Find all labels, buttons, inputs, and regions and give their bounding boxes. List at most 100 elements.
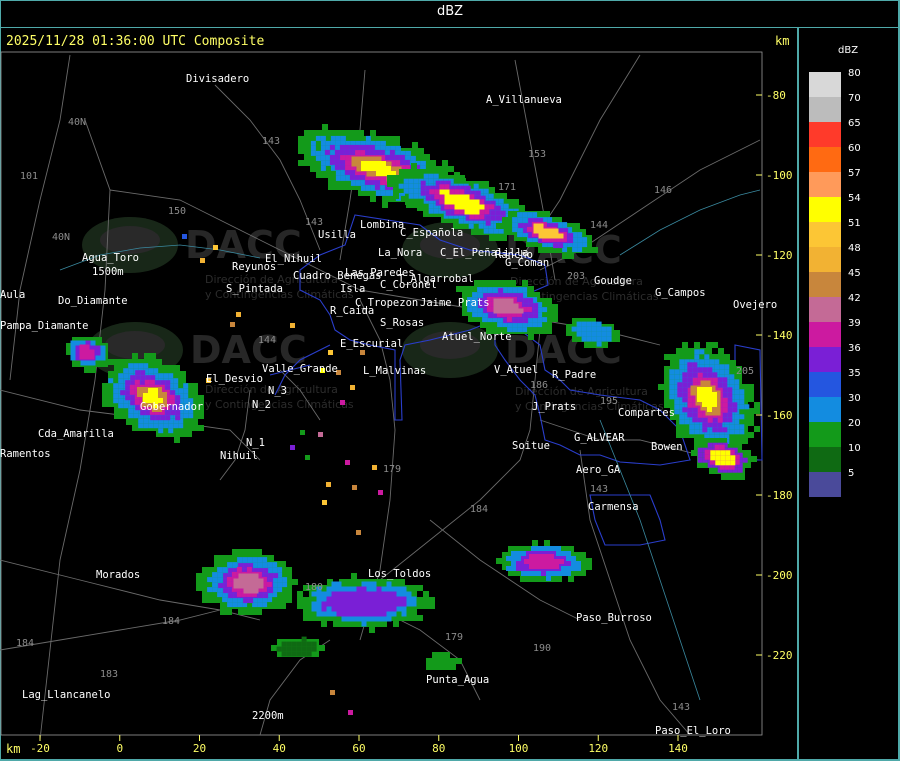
legend-label-48: 48 bbox=[848, 243, 861, 254]
echo-pixel bbox=[326, 482, 331, 487]
legend-swatch-45 bbox=[809, 272, 841, 297]
place-el-desvio: El_Desvio bbox=[206, 373, 263, 385]
place-punta-agua: Punta_Agua bbox=[426, 674, 489, 686]
echo-pixel bbox=[328, 350, 333, 355]
legend-swatch-60 bbox=[809, 147, 841, 172]
legend-swatch-54 bbox=[809, 197, 841, 222]
echo-pixel bbox=[345, 460, 350, 465]
road-146: 146 bbox=[654, 185, 672, 196]
echo-pixel bbox=[348, 710, 353, 715]
radar-map[interactable]: DACC Dirección de Agricultura y Continge… bbox=[0, 0, 798, 759]
place-valle-grande: Valle_Grande bbox=[262, 363, 338, 375]
road-184-a: 184 bbox=[470, 504, 488, 515]
legend-label-45: 45 bbox=[848, 268, 861, 279]
legend-label-36: 36 bbox=[848, 343, 861, 354]
place-goudge: Goudge bbox=[594, 275, 632, 287]
x-tick-label: 100 bbox=[509, 742, 529, 755]
place-lombina: Lombina bbox=[360, 219, 404, 231]
y-tick-label: -220 bbox=[766, 649, 793, 662]
legend-label-10: 10 bbox=[848, 443, 861, 454]
place-elev-2200: 2200m bbox=[252, 710, 284, 722]
echo-pixel bbox=[318, 432, 323, 437]
place-g-coman: G_Coman bbox=[505, 257, 549, 269]
place-usilla: Usilla bbox=[318, 229, 356, 241]
road-195: 195 bbox=[600, 396, 618, 407]
place-el-nihuil: El_Nihuil bbox=[265, 253, 322, 265]
y-tick-label: -200 bbox=[766, 569, 793, 582]
echo-cell bbox=[426, 652, 462, 670]
echo-pixel bbox=[356, 530, 361, 535]
place-lag-llancanelo: Lag_Llancanelo bbox=[22, 689, 111, 701]
legend-label-39: 39 bbox=[848, 318, 861, 329]
place-v-atuel: V_Atuel bbox=[494, 364, 538, 376]
place-soitue: Soitue bbox=[512, 440, 550, 452]
place-cda-amarilla: Cda_Amarilla bbox=[38, 428, 114, 440]
legend-swatch-51 bbox=[809, 222, 841, 247]
place-j-prats: J_Prats bbox=[532, 401, 576, 413]
place-carmensa: Carmensa bbox=[588, 501, 639, 513]
road-184-c: 184 bbox=[16, 638, 34, 649]
road-184-b: 184 bbox=[162, 616, 180, 627]
road-180: 180 bbox=[305, 582, 323, 593]
road-143-b: 143 bbox=[305, 217, 323, 228]
echo-pixel bbox=[305, 455, 310, 460]
echo-pixel bbox=[322, 500, 327, 505]
echo-pixel bbox=[290, 445, 295, 450]
road-203: 203 bbox=[567, 271, 585, 282]
place-c-espanola: C_Española bbox=[400, 227, 463, 239]
legend-label-80: 80 bbox=[848, 68, 861, 79]
echo-pixel bbox=[200, 258, 205, 263]
y-tick-label: -160 bbox=[766, 409, 793, 422]
place-t-algarrobal: T_Algarrobal bbox=[398, 273, 474, 285]
legend-label-35: 35 bbox=[848, 368, 861, 379]
echo-pixel bbox=[300, 430, 305, 435]
echo-pixel bbox=[213, 245, 218, 250]
y-tick-label: -140 bbox=[766, 329, 793, 342]
watermark-line2-2: y Contingencias Climáticas bbox=[205, 398, 354, 411]
place-ramentos: Ramentos bbox=[0, 448, 51, 460]
x-tick-label: 140 bbox=[668, 742, 688, 755]
place-e-escurial: E_Escurial bbox=[340, 338, 403, 350]
place-nihuil: Nihuil bbox=[220, 450, 258, 462]
legend-swatch-5 bbox=[809, 472, 841, 497]
x-tick-label: 120 bbox=[588, 742, 608, 755]
place-morados: Morados bbox=[96, 569, 140, 581]
road-186: 186 bbox=[530, 380, 548, 391]
legend-label-20: 20 bbox=[848, 418, 861, 429]
legend-label-65: 65 bbox=[848, 118, 861, 129]
place-jaime-prats: Jaime Prats bbox=[420, 297, 490, 309]
place-paso-el-loro: Paso_El_Loro bbox=[655, 725, 731, 737]
x-tick-label: -20 bbox=[30, 742, 50, 755]
place-aula: Aula bbox=[0, 289, 25, 301]
place-la-nora: La_Nora bbox=[378, 247, 422, 259]
echo-pixel bbox=[352, 485, 357, 490]
y-tick-label: -80 bbox=[766, 89, 786, 102]
place-g-alvear: G_ALVEAR bbox=[574, 432, 625, 444]
echo-pixel bbox=[330, 690, 335, 695]
legend-label-70: 70 bbox=[848, 93, 861, 104]
road-150: 150 bbox=[168, 206, 186, 217]
echo-pixel bbox=[230, 322, 235, 327]
road-40n-b: 40N bbox=[52, 232, 70, 243]
place-l-malvinas: L_Malvinas bbox=[363, 365, 426, 377]
place-pampa-diamante: Pampa_Diamante bbox=[0, 320, 89, 332]
place-atuel-norte: Atuel_Norte bbox=[442, 331, 512, 343]
place-n-1: N_1 bbox=[246, 437, 265, 449]
road-143-c: 143 bbox=[590, 484, 608, 495]
place-ovejero: Ovejero bbox=[733, 299, 777, 311]
place-s-rosas: S_Rosas bbox=[380, 317, 424, 329]
x-tick-label: 40 bbox=[273, 742, 286, 755]
x-tick-label: 0 bbox=[116, 742, 123, 755]
legend-swatch-30 bbox=[809, 397, 841, 422]
y-tick-label: -120 bbox=[766, 249, 793, 262]
echo-pixel bbox=[182, 234, 187, 239]
place-isla: Isla bbox=[340, 283, 365, 295]
place-los-toldos: Los_Toldos bbox=[368, 568, 431, 580]
place-n-2: N_2 bbox=[252, 399, 271, 411]
legend-swatch-20 bbox=[809, 422, 841, 447]
place-s-pintada: S_Pintada bbox=[226, 283, 283, 295]
legend-swatch-70 bbox=[809, 97, 841, 122]
legend-label-57: 57 bbox=[848, 168, 861, 179]
road-153: 153 bbox=[528, 149, 546, 160]
place-r-caida: R_Caida bbox=[330, 305, 374, 317]
